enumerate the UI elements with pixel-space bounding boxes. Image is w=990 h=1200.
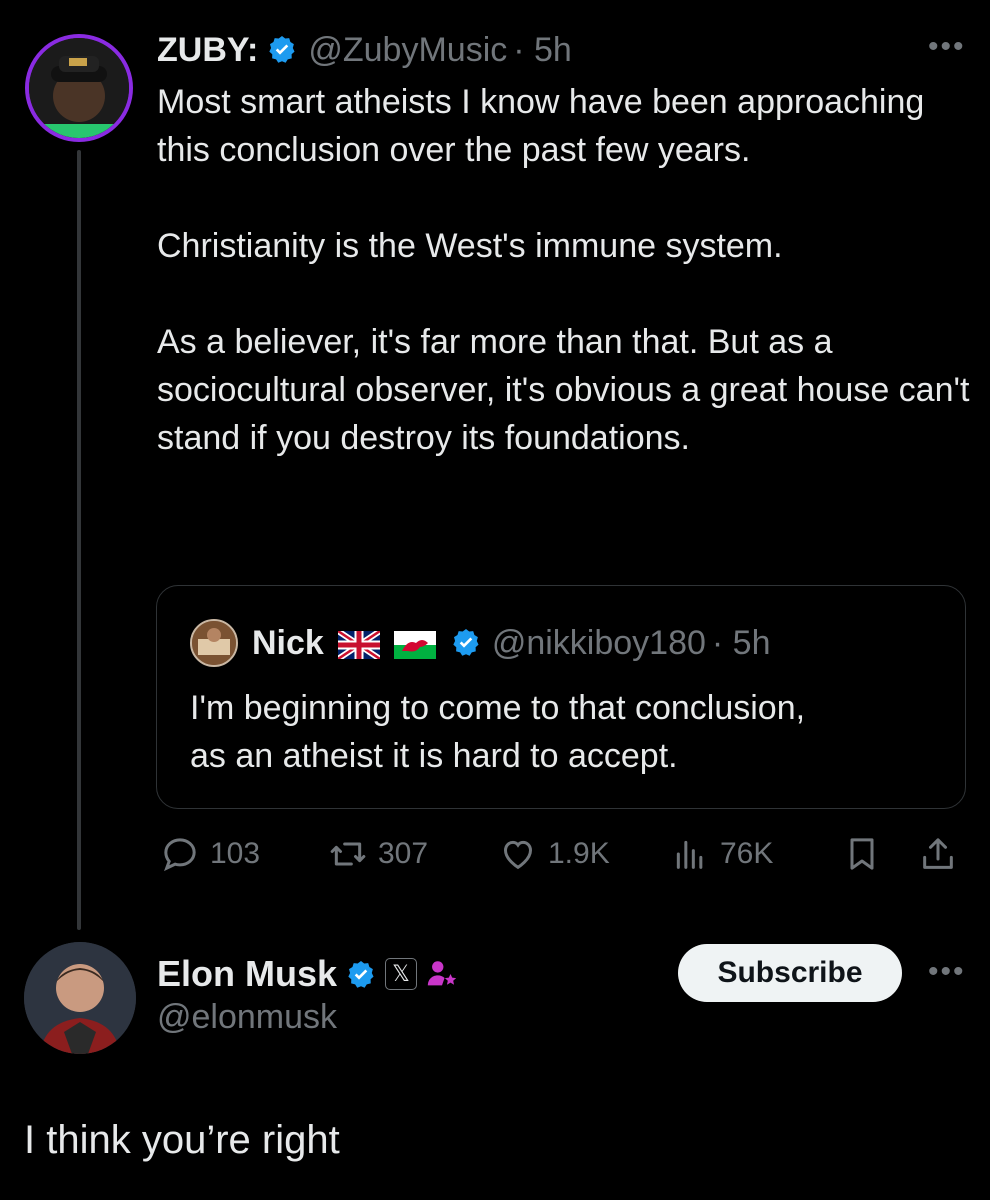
reply-author-header: Elon Musk 𝕏 (157, 950, 459, 998)
like-button[interactable]: 1.9K (498, 834, 610, 874)
view-count: 76K (720, 837, 774, 870)
quoted-author-handle[interactable]: @nikkiboy180 (492, 624, 706, 663)
bookmark-button[interactable] (842, 834, 892, 874)
more-options-icon[interactable]: ••• (928, 955, 966, 989)
tweet-paragraph: Most smart atheists I know have been app… (157, 83, 925, 169)
subscriber-badge-icon (425, 957, 459, 991)
more-options-icon[interactable]: ••• (928, 30, 966, 64)
wales-flag-icon (393, 629, 436, 659)
reply-icon (164, 838, 196, 872)
thread-connector-line (77, 150, 81, 930)
reply-count: 103 (210, 837, 261, 870)
quoted-avatar[interactable] (190, 619, 238, 667)
quoted-author-name[interactable]: Nick (252, 624, 324, 663)
avatar[interactable] (25, 34, 133, 142)
share-button[interactable] (918, 834, 968, 874)
timestamp[interactable]: · 5h (513, 31, 572, 70)
author-handle[interactable]: @ZubyMusic (308, 31, 507, 70)
subscribe-button[interactable]: Subscribe (678, 944, 902, 1002)
quoted-tweet-text: I'm beginning to come to that conclusion… (190, 684, 950, 780)
analytics-icon (676, 840, 703, 869)
bookmark-icon (850, 838, 874, 870)
heart-icon (503, 840, 533, 870)
reply-text: I think you’re right (24, 1118, 340, 1162)
tweet-paragraph: Christianity is the West's immune system… (157, 227, 783, 265)
x-affiliate-badge-icon: 𝕏 (385, 958, 418, 990)
author-name[interactable]: ZUBY: (157, 31, 258, 70)
reply-author-handle[interactable]: @elonmusk (157, 998, 337, 1037)
tweet-paragraph: As a believer, it's far more than that. … (157, 323, 970, 457)
verified-badge-icon (266, 34, 298, 66)
verified-badge-icon (345, 958, 377, 990)
repost-count: 307 (378, 837, 429, 870)
avatar[interactable] (24, 942, 136, 1054)
tweet-header: ZUBY: @ZubyMusic · 5h (157, 28, 572, 72)
repost-icon (330, 842, 366, 866)
share-icon (923, 838, 953, 869)
verified-badge-icon (450, 627, 482, 659)
repost-button[interactable]: 307 (328, 834, 428, 874)
reply-button[interactable]: 103 (160, 834, 260, 874)
reply-author-name[interactable]: Elon Musk (157, 953, 337, 995)
quoted-tweet-header: Nick @nikkiboy180 · 5h (190, 618, 771, 668)
like-count: 1.9K (548, 837, 610, 870)
quoted-text-line: I'm beginning to come to that conclusion… (190, 689, 806, 727)
views-button[interactable]: 76K (670, 834, 773, 874)
quoted-text-line: as an atheist it is hard to accept. (190, 737, 678, 775)
quoted-timestamp[interactable]: · 5h (712, 624, 771, 663)
uk-flag-icon (336, 628, 382, 662)
tweet-text: Most smart atheists I know have been app… (157, 78, 972, 462)
